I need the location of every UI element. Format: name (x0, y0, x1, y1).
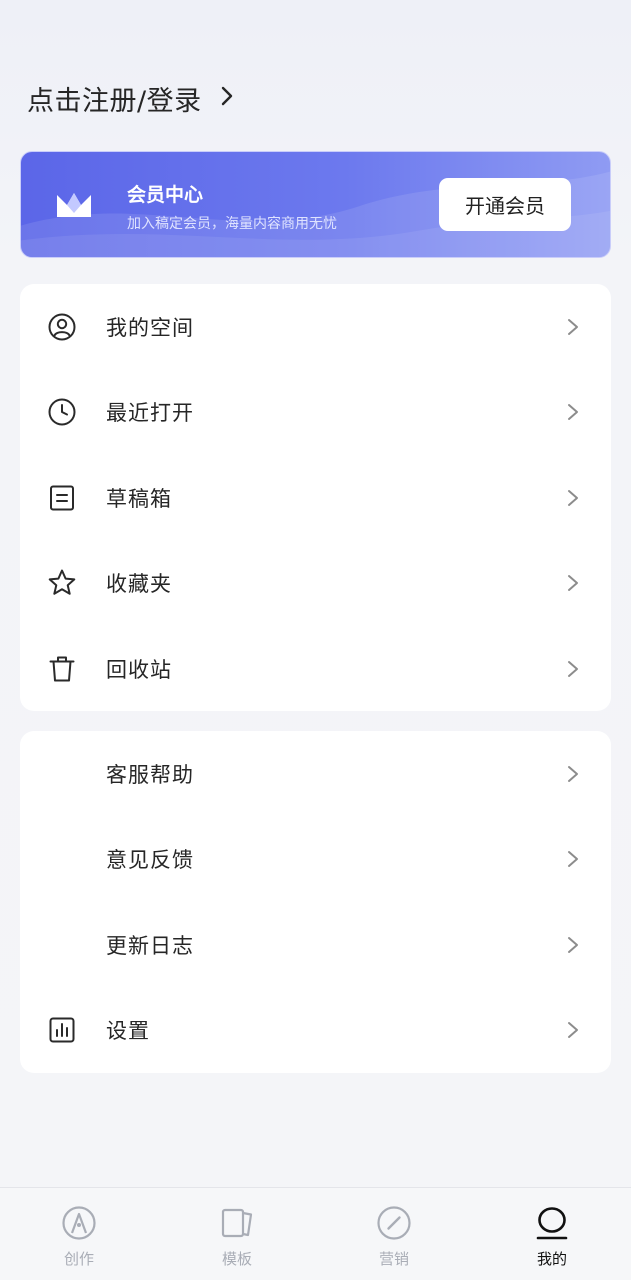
chevron-right-icon (565, 934, 581, 956)
login-label: 点击注册/登录 (27, 85, 202, 117)
create-icon (61, 1205, 97, 1241)
menu-item-drafts[interactable]: 草稿箱 (20, 455, 611, 540)
chevron-right-icon (565, 658, 581, 680)
menu-item-trash[interactable]: 回收站 (20, 626, 611, 711)
profile-icon (534, 1205, 570, 1241)
bottom-tab-bar: 创作 模板 营销 我的 (0, 1187, 631, 1280)
star-icon (47, 568, 77, 598)
menu-item-label: 意见反馈 (106, 847, 194, 872)
tab-label: 模板 (221, 1250, 252, 1268)
menu-item-changelog[interactable]: 更新日志 (20, 902, 611, 987)
user-circle-icon (47, 312, 77, 342)
menu-item-my-space[interactable]: 我的空间 (20, 284, 611, 369)
open-vip-button[interactable]: 开通会员 (439, 178, 571, 231)
menu-item-recent[interactable]: 最近打开 (20, 369, 611, 454)
vip-banner[interactable]: 会员中心 加入稿定会员，海量内容商用无忧 开通会员 (20, 151, 611, 258)
tab-mine[interactable]: 我的 (473, 1188, 631, 1280)
menu-item-label: 最近打开 (106, 400, 194, 425)
chevron-right-icon (565, 401, 581, 423)
tab-label: 营销 (378, 1250, 409, 1268)
chevron-right-icon (565, 572, 581, 594)
clock-icon (47, 397, 77, 427)
tab-label: 我的 (536, 1250, 567, 1268)
menu-item-label: 客服帮助 (106, 762, 194, 787)
tab-marketing[interactable]: 营销 (315, 1188, 473, 1280)
vip-title: 会员中心 (127, 184, 204, 206)
tab-create[interactable]: 创作 (0, 1188, 158, 1280)
bar-chart-icon (47, 1015, 77, 1045)
template-icon (219, 1205, 255, 1241)
menu-item-label: 设置 (106, 1018, 150, 1043)
menu-item-label: 收藏夹 (106, 571, 172, 596)
compass-icon (376, 1205, 412, 1241)
tab-label: 创作 (63, 1250, 94, 1268)
chevron-right-icon (565, 487, 581, 509)
trash-icon (47, 654, 77, 684)
chevron-right-icon (216, 85, 238, 111)
menu-item-settings[interactable]: 设置 (20, 987, 611, 1072)
crown-icon (55, 189, 93, 221)
menu-item-label: 我的空间 (106, 315, 194, 340)
login-link[interactable]: 点击注册/登录 (27, 76, 238, 120)
menu-card-primary: 我的空间 最近打开 草稿箱 收藏夹 回收站 (20, 284, 611, 711)
menu-item-favorites[interactable]: 收藏夹 (20, 540, 611, 625)
menu-item-label: 草稿箱 (106, 486, 172, 511)
menu-item-label: 回收站 (106, 657, 172, 682)
chevron-right-icon (565, 316, 581, 338)
chevron-right-icon (565, 848, 581, 870)
menu-item-label: 更新日志 (106, 933, 194, 958)
menu-item-customer-help[interactable]: 客服帮助 (20, 731, 611, 816)
tab-templates[interactable]: 模板 (158, 1188, 316, 1280)
draft-box-icon (47, 483, 77, 513)
chevron-right-icon (565, 1019, 581, 1041)
vip-subtitle: 加入稿定会员，海量内容商用无忧 (127, 216, 337, 232)
chevron-right-icon (565, 763, 581, 785)
menu-item-feedback[interactable]: 意见反馈 (20, 816, 611, 901)
menu-card-secondary: 客服帮助 意见反馈 更新日志 设置 (20, 731, 611, 1073)
